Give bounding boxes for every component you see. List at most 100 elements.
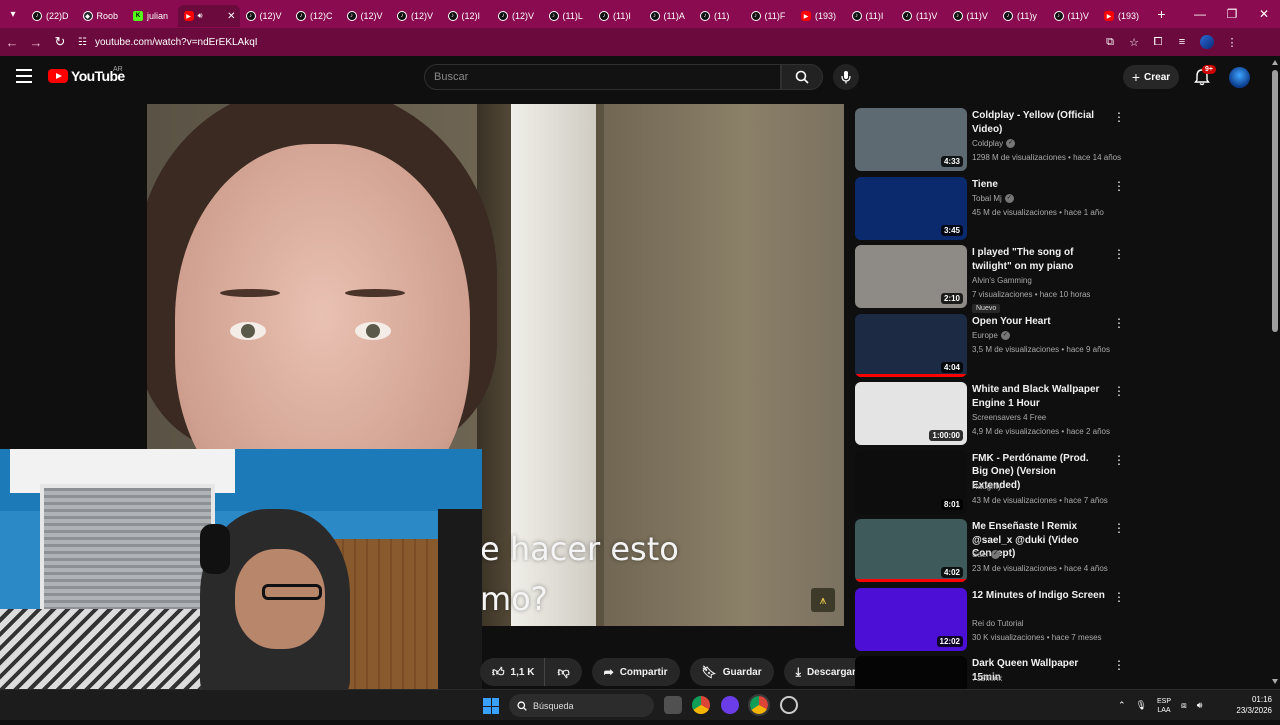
video-thumbnail[interactable]: 1:00:00 [855,382,967,445]
more-options-icon[interactable]: ⋮ [1113,521,1125,535]
settings-gear-icon[interactable] [780,696,798,714]
browser-tab[interactable]: ▶ (193) [1098,5,1149,27]
forward-arrow-icon[interactable]: → [24,35,48,50]
browser-tab[interactable]: ♪ (11)F [745,5,796,27]
back-arrow-icon[interactable]: ← [0,35,24,50]
browser-tab[interactable]: ♪ (12)V [492,5,543,27]
taskbar-clock[interactable]: 01:16 23/3/2026 [1226,694,1272,716]
browser-tab[interactable]: Kjulian [127,5,178,27]
more-options-icon[interactable]: ⋮ [1113,658,1125,672]
browser-tab[interactable]: ▶ 🔊︎ ✕ [177,5,240,27]
browser-tab[interactable]: ♪ (11)V [947,5,998,27]
channel-name[interactable]: Naughty [972,482,1002,491]
browser-tab[interactable]: ♪ (11)I [593,5,644,27]
chrome-icon[interactable] [692,696,710,714]
channel-name[interactable]: Sael [972,550,988,559]
browser-tab[interactable]: ♪ (11)y [997,5,1048,27]
related-video-item[interactable]: 4:02 Me Enseñaste l Remix @sael_x @duki (… [855,519,1135,588]
browser-tab[interactable]: ♪ (11)V [1048,5,1099,27]
chrome-menu-icon[interactable]: ⋮ [1220,36,1244,49]
related-video-item[interactable]: 1:00:00 White and Black Wallpaper Engine … [855,382,1135,451]
browser-tab[interactable]: ◆ Roob [77,5,128,27]
browser-tab[interactable]: ♪ (11)V [896,5,947,27]
reload-icon[interactable]: ↻ [48,34,72,50]
video-thumbnail[interactable]: 4:04 [855,313,967,377]
browser-tab[interactable]: ♪ (11) [694,5,745,27]
windows-start-icon[interactable] [483,698,499,714]
more-options-icon[interactable]: ⋮ [1113,110,1125,124]
channel-name[interactable]: Rei do Tutorial [972,619,1024,628]
related-video-item[interactable]: 4:33 Coldplay - Yellow (Official Video) Co… [855,108,1135,177]
related-video-item[interactable]: 12:02 12 Minutes of Indigo Screen Rei do T… [855,587,1135,657]
profile-avatar[interactable] [1200,35,1214,49]
channel-name[interactable]: Alvin's Gamming [972,276,1032,285]
scroll-down-arrow-icon[interactable] [1272,679,1278,684]
related-video-title[interactable]: Coldplay - Yellow (Official Video) [972,109,1107,136]
related-video-item[interactable]: 8:01 FMK - Perdóname (Prod. Big One) (Ver… [855,450,1135,520]
related-video-item[interactable]: 3:45 Tiene Tobal Mj ✓ 45 M de visualizacione… [855,176,1135,246]
account-avatar[interactable] [1229,67,1250,88]
new-tab-button[interactable]: + [1149,6,1175,22]
video-thumbnail[interactable]: 8:01 [855,450,967,514]
search-button[interactable] [781,64,823,90]
search-input[interactable] [434,71,754,83]
voice-search-button[interactable] [833,64,859,90]
tray-microphone-icon[interactable]: 🎙︎ [1136,700,1147,711]
video-thumbnail[interactable]: 2:10 [855,245,967,308]
like-button[interactable]: 👍︎ 1,1 K [480,658,545,686]
close-window-icon[interactable]: ✕ [1248,7,1280,21]
scroll-up-arrow-icon[interactable] [1272,60,1278,65]
volume-icon[interactable]: 🔊︎ [1197,700,1203,711]
related-video-title[interactable]: I played "The song of twilight" on my pi… [972,246,1107,273]
youtube-logo[interactable]: YouTube AR [48,66,125,84]
bookmark-star-icon[interactable]: ☆ [1122,36,1146,49]
browser-tab[interactable]: ♪ (11)I [846,5,897,27]
browser-tab[interactable]: ♪ (22)D [26,5,77,27]
browser-tab[interactable]: ♪ (11)L [543,5,594,27]
more-options-icon[interactable]: ⋮ [1113,247,1125,261]
media-control-icon[interactable]: ≡ [1170,36,1194,48]
browser-tab[interactable]: ♪ (11)A [644,5,695,27]
browser-tab[interactable]: ♪ (12)C [290,5,341,27]
tab-search-icon[interactable]: ▾ [0,0,26,28]
file-explorer-icon[interactable] [664,696,682,714]
browser-tab[interactable]: ♪ (12)I [442,5,493,27]
more-options-icon[interactable]: ⋮ [1113,384,1125,398]
browser-tab[interactable]: ▶ (193) [795,5,846,27]
related-video-title[interactable]: Open Your Heart [972,315,1107,329]
create-button[interactable]: + Crear [1123,65,1179,89]
channel-name[interactable]: Coldplay [972,139,1003,148]
app-circle-icon[interactable] [721,696,739,714]
page-scrollbar[interactable] [1270,56,1280,688]
more-options-icon[interactable]: ⋮ [1113,590,1125,604]
restore-icon[interactable]: ❐ [1216,7,1248,21]
chrome-active-icon[interactable] [748,694,770,716]
related-video-item[interactable]: 2:10 I played "The song of twilight" on m… [855,245,1135,314]
channel-name[interactable]: Screensavers 4 Free [972,413,1046,422]
more-options-icon[interactable]: ⋮ [1113,316,1125,330]
channel-name[interactable]: 712Mink [972,674,1002,683]
related-video-title[interactable]: 12 Minutes of Indigo Screen [972,589,1107,603]
channel-name[interactable]: Europe [972,331,998,340]
video-thumbnail[interactable]: 12:02 [855,587,967,651]
related-video-title[interactable]: White and Black Wallpaper Engine 1 Hour [972,383,1107,410]
tab-close-icon[interactable]: ✕ [227,11,235,22]
site-info-icon[interactable]: ☷ [78,37,87,48]
dislike-button[interactable]: 👎︎ [544,658,582,686]
video-thumbnail[interactable]: 4:33 [855,108,967,171]
video-thumbnail[interactable]: 4:02 [855,519,967,582]
channel-name[interactable]: Tobal Mj [972,194,1002,203]
network-icon[interactable]: ⧈ [1181,700,1187,711]
browser-tab[interactable]: ♪ (12)V [240,5,291,27]
more-options-icon[interactable]: ⋮ [1113,179,1125,193]
tray-chevron-up-icon[interactable]: ⌃ [1118,700,1126,711]
save-button[interactable]: 🔖︎ Guardar [689,658,774,686]
channel-watermark-icon[interactable]: ⩚ [811,588,835,612]
extensions-icon[interactable]: ⧠ [1146,36,1170,49]
hamburger-menu-icon[interactable] [16,69,32,83]
browser-tab[interactable]: ♪ (12)V [391,5,442,27]
related-video-item[interactable]: 4:04 Open Your Heart Europe ✓ 3,5 M de visua… [855,313,1135,383]
minimize-icon[interactable]: — [1184,7,1216,21]
related-video-title[interactable]: Tiene [972,178,1107,192]
address-bar[interactable]: ☷ youtube.com/watch?v=ndErEKLAkqI [78,31,1098,53]
